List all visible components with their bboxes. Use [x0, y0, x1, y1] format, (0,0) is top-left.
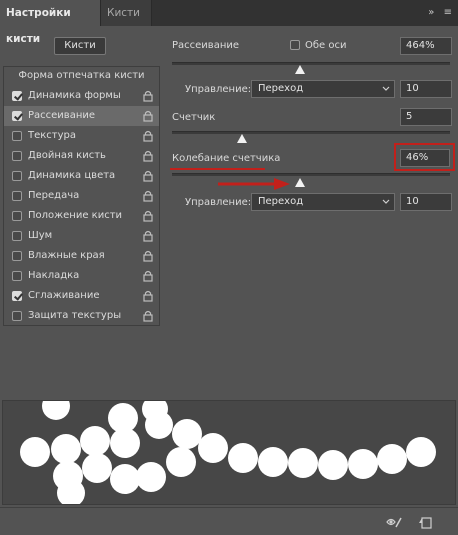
lock-icon[interactable]: [143, 190, 153, 202]
scatter-control-label: Управление:: [185, 84, 252, 95]
brush-option-checkbox[interactable]: [12, 251, 22, 261]
brush-option-label: Защита текстуры: [28, 310, 122, 321]
brush-option-label: Шум: [28, 230, 53, 241]
count-jitter-control-number[interactable]: 10: [400, 193, 452, 211]
brush-options-list: Форма отпечатка кисти Динамика формы Расс…: [3, 66, 160, 326]
brush-option-label: Сглаживание: [28, 290, 100, 301]
brush-option-label: Рассеивание: [28, 110, 96, 121]
tab-brush-settings[interactable]: Настройки кисти: [0, 0, 100, 45]
lock-icon[interactable]: [143, 290, 153, 302]
lock-icon[interactable]: [143, 150, 153, 162]
brush-stroke-preview: [2, 400, 456, 505]
tab-divider: [151, 0, 152, 26]
lock-icon[interactable]: [143, 210, 153, 222]
scatter-slider-track[interactable]: [172, 62, 450, 65]
brush-option-row[interactable]: Динамика формы: [4, 86, 159, 106]
brush-option-row[interactable]: Рассеивание: [4, 106, 159, 126]
brush-option-row[interactable]: Положение кисти: [4, 206, 159, 226]
brush-option-label: Влажные края: [28, 250, 105, 261]
count-label: Счетчик: [172, 112, 216, 123]
brush-option-checkbox[interactable]: [12, 311, 22, 321]
brush-option-checkbox[interactable]: [12, 291, 22, 301]
lock-icon[interactable]: [143, 250, 153, 262]
brush-option-label: Передача: [28, 190, 80, 201]
tab-brushes[interactable]: Кисти: [101, 0, 151, 26]
lock-icon[interactable]: [143, 90, 153, 102]
brush-option-row[interactable]: Накладка: [4, 266, 159, 286]
brush-option-checkbox[interactable]: [12, 211, 22, 221]
count-jitter-slider-thumb[interactable]: [294, 178, 305, 187]
brush-tip-shape-item[interactable]: Форма отпечатка кисти: [4, 67, 159, 85]
both-axes-checkbox[interactable]: [290, 40, 300, 50]
brush-option-checkbox[interactable]: [12, 131, 22, 141]
count-jitter-control-value: Переход: [258, 196, 304, 207]
brush-option-row[interactable]: Влажные края: [4, 246, 159, 266]
brush-option-checkbox[interactable]: [12, 231, 22, 241]
scatter-control-select[interactable]: Переход: [251, 80, 395, 98]
brush-option-row[interactable]: Передача: [4, 186, 159, 206]
lock-icon[interactable]: [143, 110, 153, 122]
scatter-label: Рассеивание: [172, 40, 240, 51]
new-preset-icon[interactable]: [418, 515, 434, 529]
annotation-arrow-icon: [218, 178, 290, 190]
brush-option-row[interactable]: Динамика цвета: [4, 166, 159, 186]
lock-icon[interactable]: [143, 170, 153, 182]
scatter-value-field[interactable]: 464%: [400, 37, 452, 55]
brush-option-checkbox[interactable]: [12, 91, 22, 101]
count-slider-thumb[interactable]: [236, 134, 247, 143]
brushes-button[interactable]: Кисти: [54, 37, 106, 55]
count-jitter-control-select[interactable]: Переход: [251, 193, 395, 211]
brush-option-checkbox[interactable]: [12, 111, 22, 121]
brush-option-label: Положение кисти: [28, 210, 123, 221]
count-jitter-label: Колебание счетчика: [172, 153, 281, 164]
annotation-underline: [170, 168, 265, 170]
brush-option-checkbox[interactable]: [12, 151, 22, 161]
brush-option-row[interactable]: Сглаживание: [4, 286, 159, 306]
brush-option-label: Динамика цвета: [28, 170, 116, 181]
brush-option-label: Динамика формы: [28, 90, 121, 101]
both-axes-label: Обе оси: [305, 40, 347, 51]
brush-option-checkbox[interactable]: [12, 191, 22, 201]
brush-option-row[interactable]: Защита текстуры: [4, 306, 159, 326]
lock-icon[interactable]: [143, 310, 153, 322]
brush-option-checkbox[interactable]: [12, 171, 22, 181]
panel-bottom-bar: [0, 507, 458, 535]
lock-icon[interactable]: [143, 270, 153, 282]
scatter-control-value: Переход: [258, 83, 304, 94]
panel-tabbar: Настройки кисти Кисти » ≡: [0, 0, 458, 45]
brush-option-label: Накладка: [28, 270, 80, 281]
count-jitter-control-label: Управление:: [185, 197, 252, 208]
count-slider-track[interactable]: [172, 131, 450, 134]
brush-option-row[interactable]: Шум: [4, 226, 159, 246]
brush-option-row[interactable]: Двойная кисть: [4, 146, 159, 166]
chevron-down-icon: [382, 86, 390, 91]
count-jitter-slider-track[interactable]: [172, 173, 450, 176]
eye-brush-icon[interactable]: [386, 515, 402, 529]
brush-stroke-preview-image: [20, 401, 436, 504]
brush-option-checkbox[interactable]: [12, 271, 22, 281]
count-value-field[interactable]: 5: [400, 108, 452, 126]
brush-option-label: Текстура: [28, 130, 77, 141]
brush-option-label: Двойная кисть: [28, 150, 106, 161]
chevron-down-icon: [382, 199, 390, 204]
annotation-highlight-box: [394, 143, 455, 171]
panel-menu-icon[interactable]: ≡: [444, 0, 452, 26]
scatter-slider-thumb[interactable]: [294, 65, 305, 74]
scatter-control-number[interactable]: 10: [400, 80, 452, 98]
lock-icon[interactable]: [143, 130, 153, 142]
lock-icon[interactable]: [143, 230, 153, 242]
tabbar-controls: » ≡: [422, 0, 452, 26]
brush-option-row[interactable]: Текстура: [4, 126, 159, 146]
collapse-arrows-icon[interactable]: »: [428, 0, 434, 26]
